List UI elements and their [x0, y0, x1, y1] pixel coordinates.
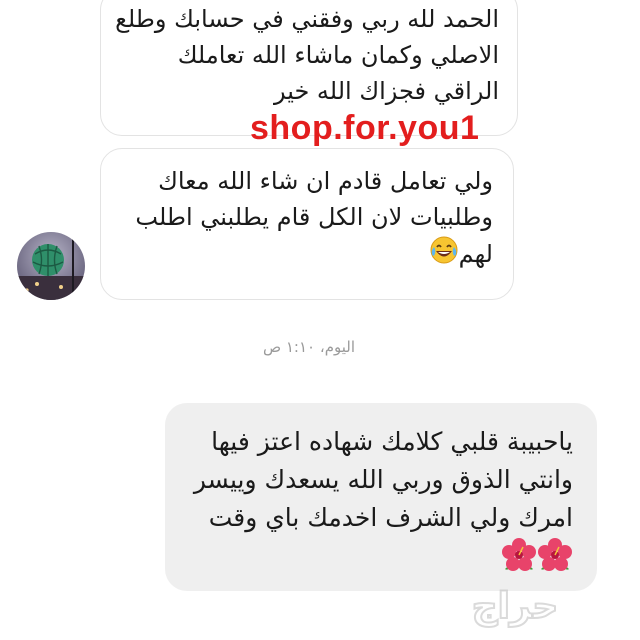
message-line-with-emoji: لهم [121, 235, 493, 275]
contact-avatar[interactable] [17, 232, 85, 300]
message-line: الاصلي وكمان ماشاء الله تعاملك [177, 41, 499, 69]
emoji-row [189, 537, 573, 584]
outgoing-message[interactable]: ياحبيبة قلبي كلامك شهاده اعتز فيها وانتي… [165, 403, 597, 591]
timestamp: اليوم، ١:١٠ ص [262, 338, 356, 356]
message-line: وطلبيات لان الكل قام يطلبني اطلب [135, 203, 493, 231]
message-line: ياحبيبة قلبي كلامك شهاده اعتز فيها [211, 427, 573, 456]
message-line: ولي تعامل قادم ان شاء الله معاك [158, 167, 493, 195]
message-text: لهم [458, 240, 493, 268]
tears-of-joy-emoji-icon [429, 235, 459, 275]
hibiscus-emoji-icon [501, 537, 537, 584]
message-line: وانتي الذوق وربي الله يسعدك وييسر [193, 465, 573, 494]
shop-watermark: shop.for.you1 [250, 109, 480, 147]
incoming-message-2[interactable]: ولي تعامل قادم ان شاء الله معاك وطلبيات … [100, 148, 514, 300]
globe-avatar-icon [17, 232, 85, 300]
message-line: الحمد لله ربي وفقني في حسابك وطلع [115, 5, 499, 33]
hibiscus-emoji-icon [537, 537, 573, 584]
message-line: امرك ولي الشرف اخدمك باي وقت [208, 503, 573, 532]
haraj-logo: حراج [415, 584, 615, 632]
message-line: الراقي فجزاك الله خير [273, 77, 499, 105]
haraj-logo-text: حراج [472, 586, 559, 627]
haraj-logo-icon: حراج [471, 585, 560, 628]
